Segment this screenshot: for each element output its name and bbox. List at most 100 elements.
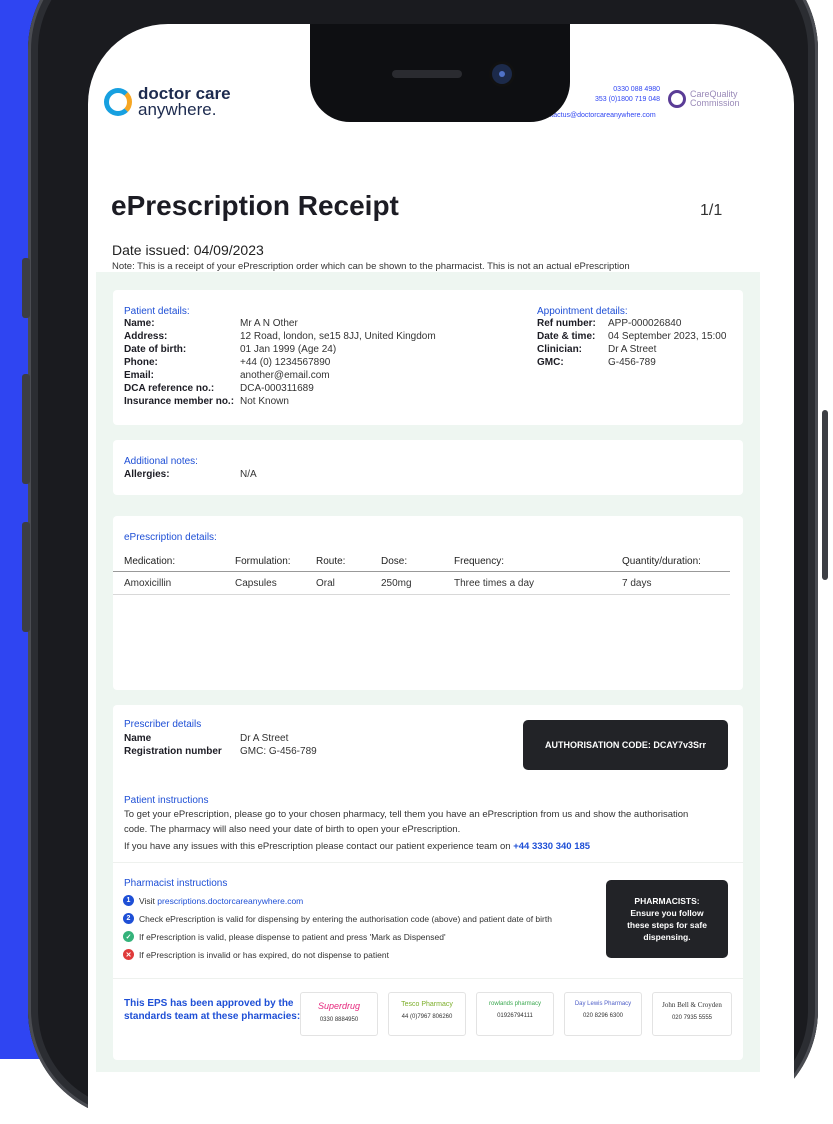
col-route: Route:: [316, 556, 346, 567]
pharmacy-superdrug: Superdrug 0330 8884950: [300, 992, 378, 1036]
prescriber-heading: Prescriber details: [124, 719, 202, 730]
pharmacy-phone: 020 7935 5555: [671, 1015, 713, 1021]
pharmacist-step-2: 2 Check ePrescription is valid for dispe…: [123, 913, 552, 924]
pharmacy-phone: 44 (0)7967 806260: [401, 1014, 453, 1020]
notice-line-1: PHARMACISTS:: [634, 896, 700, 906]
pharmacy-name: Superdrug: [317, 1001, 361, 1011]
patient-insurance-value: Not Known: [240, 396, 289, 407]
authorisation-code-box: AUTHORISATION CODE: DCAY7v3Srr: [523, 720, 728, 770]
additional-notes-heading: Additional notes:: [124, 456, 198, 467]
patient-instructions-contact-text: If you have any issues with this ePrescr…: [124, 841, 511, 852]
power-button: [822, 410, 828, 580]
pharmacist-step-1: 1 Visit prescriptions.doctorcareanywhere…: [123, 895, 303, 906]
approval-divider: [113, 978, 743, 979]
col-quantity: Quantity/duration:: [622, 556, 701, 567]
header-phone-1[interactable]: 0330 088 4980: [560, 85, 660, 95]
speaker-grille: [392, 70, 462, 78]
patient-phone-label: Phone:: [124, 357, 158, 368]
cqc-logo: CareQuality Commission: [668, 90, 740, 108]
pharmacy-phone: 020 8296 6300: [582, 1013, 624, 1019]
page-number: 1/1: [700, 202, 723, 219]
patient-instructions-line-1: To get your ePrescription, please go to …: [124, 809, 689, 820]
col-medication: Medication:: [124, 556, 176, 567]
page-title: ePrescription Receipt: [111, 190, 399, 221]
cell-frequency: Three times a day: [454, 578, 535, 589]
table-row-divider: [113, 594, 730, 595]
pharmacy-name: John Bell & Croyden: [662, 1001, 722, 1009]
cross-icon: ✕: [123, 949, 134, 960]
col-frequency: Frequency:: [454, 556, 505, 567]
doctor-care-anywhere-logo: doctor care anywhere.: [104, 85, 231, 119]
appointment-ref-label: Ref number:: [537, 318, 596, 329]
authorisation-code: AUTHORISATION CODE: DCAY7v3Srr: [544, 740, 707, 750]
patient-instructions-line-3: If you have any issues with this ePrescr…: [124, 841, 590, 852]
pharmacists-notice-box: PHARMACISTS: Ensure you follow these ste…: [606, 880, 728, 958]
patient-instructions-heading: Patient instructions: [124, 795, 209, 806]
allergies-value: N/A: [240, 469, 257, 480]
header-phone-2[interactable]: 353 (0)1800 719 048: [560, 95, 660, 105]
cell-route: Oral: [316, 578, 335, 589]
header-email[interactable]: contactus@doctorcareanywhere.com: [540, 112, 656, 119]
step-1-text: Visit: [139, 895, 155, 906]
approval-line-2: standards team at these pharmacies:: [124, 1011, 301, 1022]
notice-line-2: Ensure you follow: [630, 908, 704, 918]
step-2-icon: 2: [123, 913, 134, 924]
step-3-text: If ePrescription is valid, please dispen…: [139, 931, 446, 942]
col-formulation: Formulation:: [235, 556, 291, 567]
col-dose: Dose:: [381, 556, 408, 567]
appointment-clinician-label: Clinician:: [537, 344, 583, 355]
prescriptions-link[interactable]: prescriptions.doctorcareanywhere.com: [157, 896, 303, 906]
volume-down-button: [22, 522, 30, 632]
appointment-gmc-label: GMC:: [537, 357, 564, 368]
pharmacy-name: Tesco Pharmacy: [401, 1001, 453, 1008]
prescriber-name-value: Dr A Street: [240, 733, 289, 744]
cell-formulation: Capsules: [235, 578, 277, 589]
appointment-ref-value: APP-000026840: [608, 318, 682, 329]
prescriber-name-label: Name: [124, 733, 152, 744]
patient-phone-value: +44 (0) 1234567890: [240, 357, 331, 368]
pharmacy-john-bell-croyden: John Bell & Croyden 020 7935 5555: [652, 992, 732, 1036]
step-1-icon: 1: [123, 895, 134, 906]
logo-mark-icon: [104, 88, 132, 116]
patient-dob-label: Date of birth:: [124, 344, 187, 355]
appointment-datetime-value: 04 September 2023, 15:00: [608, 331, 727, 342]
patient-dob-value: 01 Jan 1999 (Age 24): [240, 344, 337, 355]
additional-notes-card: [113, 440, 743, 495]
prescriber-reg-label: Registration number: [124, 746, 222, 757]
step-2-text: Check ePrescription is valid for dispens…: [139, 913, 552, 924]
pharmacist-instructions-heading: Pharmacist instructions: [124, 878, 228, 889]
notice-line-4: dispensing.: [643, 932, 691, 942]
patient-heading: Patient details:: [124, 306, 190, 317]
cqc-line-2: Commission: [690, 98, 740, 108]
front-camera-icon: [492, 64, 512, 84]
date-issued: Date issued: 04/09/2023: [112, 242, 264, 258]
instructions-divider: [113, 862, 743, 863]
prescriber-reg-value: GMC: G-456-789: [240, 746, 317, 757]
step-4-text: If ePrescription is invalid or has expir…: [139, 949, 389, 960]
appointment-gmc-value: G-456-789: [608, 357, 656, 368]
patient-address-label: Address:: [124, 331, 168, 342]
pharmacist-step-3: ✓ If ePrescription is valid, please disp…: [123, 931, 446, 942]
eprescription-heading: ePrescription details:: [124, 532, 217, 543]
patient-email-label: Email:: [124, 370, 155, 381]
appointment-clinician-value: Dr A Street: [608, 344, 657, 355]
table-header-divider: [113, 571, 730, 572]
pharmacy-phone: 01926794111: [497, 1013, 533, 1019]
receipt-note: Note: This is a receipt of your ePrescri…: [112, 261, 630, 272]
pharmacy-name: rowlands pharmacy: [488, 1001, 542, 1007]
patient-dca-ref-value: DCA-000311689: [240, 383, 314, 394]
notice-line-3: these steps for safe: [627, 920, 707, 930]
pharmacy-day-lewis: Day Lewis Pharmacy 020 8296 6300: [564, 992, 642, 1036]
patient-experience-phone-link[interactable]: +44 3330 340 185: [513, 841, 590, 852]
logo-line-2: anywhere.: [138, 100, 217, 119]
allergies-label: Allergies:: [124, 469, 170, 480]
cell-dose: 250mg: [381, 578, 412, 589]
pharmacy-phone: 0330 8884950: [319, 1017, 359, 1023]
approval-line-1: This EPS has been approved by the: [124, 998, 294, 1009]
header-contact: 0330 088 4980 353 (0)1800 719 048: [560, 85, 660, 105]
patient-insurance-label: Insurance member no.:: [124, 396, 235, 407]
appointment-datetime-label: Date & time:: [537, 331, 596, 342]
patient-name-value: Mr A N Other: [240, 318, 298, 329]
patient-email-value: another@email.com: [240, 370, 330, 381]
volume-up-button: [22, 374, 30, 484]
